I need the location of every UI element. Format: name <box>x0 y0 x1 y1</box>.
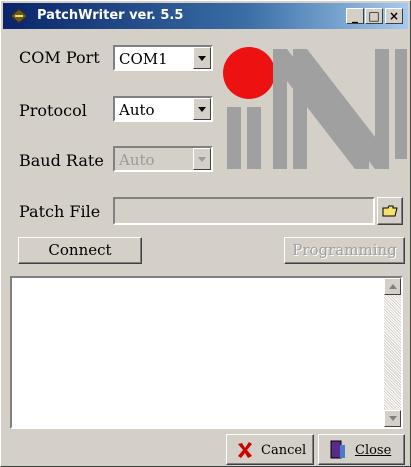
com-port-label: COM Port <box>19 48 100 67</box>
log-textarea[interactable] <box>10 276 403 429</box>
patchwriter-window: PatchWriter ver. 5.5 _ □ × COM Port COM1… <box>0 0 411 467</box>
com-port-value: COM1 <box>119 50 168 68</box>
scroll-up-button[interactable] <box>384 278 401 295</box>
browse-button[interactable] <box>377 197 403 225</box>
protocol-select[interactable]: Auto <box>113 96 213 122</box>
cancel-label: Cancel <box>261 443 307 458</box>
cancel-button[interactable]: Cancel <box>226 434 314 465</box>
chevron-down-icon <box>193 148 211 170</box>
logo-red-dot <box>223 47 275 99</box>
programming-button: Programming <box>284 237 405 264</box>
window-title: PatchWriter ver. 5.5 <box>37 8 184 23</box>
patch-file-label: Patch File <box>19 202 101 221</box>
cancel-x-icon <box>238 442 252 458</box>
app-icon <box>10 8 28 24</box>
baud-rate-label: Baud Rate <box>19 151 104 170</box>
title-bar[interactable]: PatchWriter ver. 5.5 _ □ × <box>3 3 408 29</box>
patch-file-field[interactable] <box>113 197 375 225</box>
baud-rate-select[interactable]: Auto <box>113 146 213 172</box>
company-logo <box>223 47 407 169</box>
minimize-button[interactable]: _ <box>346 8 364 24</box>
scroll-down-button[interactable] <box>384 410 401 427</box>
chevron-down-icon[interactable] <box>193 47 211 69</box>
close-button[interactable]: Close <box>318 434 405 465</box>
chevron-down-icon[interactable] <box>193 98 211 120</box>
close-window-button[interactable]: × <box>385 8 403 24</box>
com-port-select[interactable]: COM1 <box>113 45 213 71</box>
maximize-button[interactable]: □ <box>365 8 383 24</box>
log-scrollbar[interactable] <box>384 278 401 427</box>
protocol-label: Protocol <box>19 101 87 120</box>
close-door-icon <box>330 440 345 459</box>
close-label: Close <box>355 443 392 458</box>
baud-rate-value: Auto <box>119 151 155 169</box>
folder-icon <box>382 205 398 217</box>
protocol-value: Auto <box>119 101 155 119</box>
connect-button[interactable]: Connect <box>18 237 142 264</box>
